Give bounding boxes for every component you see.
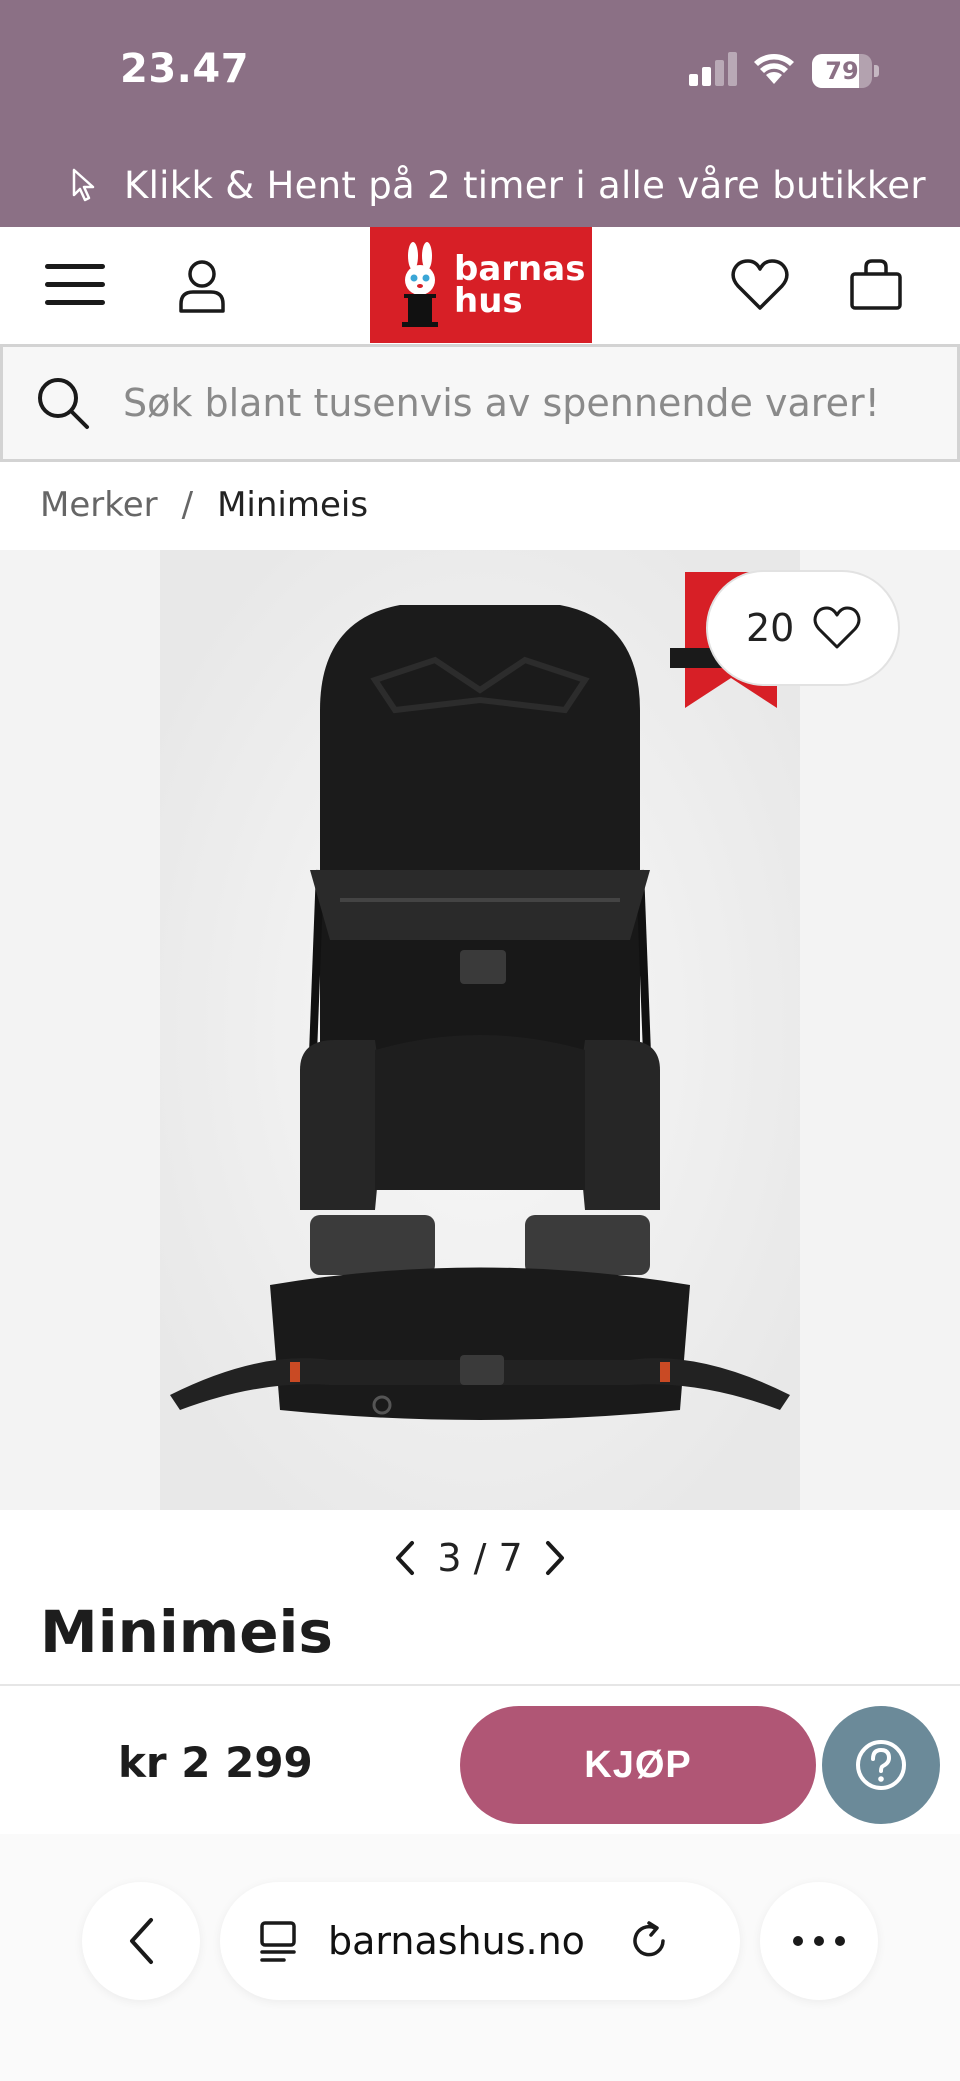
browser-url: barnashus.no	[328, 1919, 585, 1963]
account-button[interactable]	[170, 251, 234, 321]
wishlist-count: 20	[746, 606, 795, 650]
question-circle-icon	[856, 1740, 906, 1790]
help-button[interactable]	[822, 1706, 940, 1824]
heart-outline-icon	[813, 606, 861, 649]
browser-back-button[interactable]	[82, 1882, 200, 2000]
wishlist-button[interactable]	[724, 249, 796, 321]
logo-word-2: hus	[454, 281, 523, 321]
page-menu-icon	[260, 1921, 296, 1962]
top-banner: 23.47 79 Klikk & Hent på 2 timer i alle …	[0, 0, 960, 227]
cart-button[interactable]	[840, 249, 912, 321]
wifi-icon	[754, 54, 794, 84]
search-icon	[38, 378, 89, 429]
user-icon	[179, 260, 225, 313]
search-input[interactable]	[123, 381, 957, 425]
previous-image-button[interactable]	[385, 1533, 425, 1583]
cursor-icon	[72, 168, 95, 202]
battery-indicator: 79	[812, 54, 879, 88]
next-image-button[interactable]	[535, 1533, 575, 1583]
baby-carrier-illustration	[160, 550, 800, 1510]
product-gallery[interactable]	[0, 550, 960, 1510]
browser-more-button[interactable]	[760, 1882, 878, 2000]
cellular-signal-icon	[689, 52, 737, 86]
buy-button[interactable]: KJØP	[460, 1706, 816, 1824]
product-price: kr 2 299	[118, 1738, 313, 1787]
image-pager: 3 / 7	[380, 1530, 580, 1586]
reload-icon[interactable]	[629, 1920, 671, 1962]
browser-address-bar[interactable]: barnashus.no	[220, 1882, 740, 2000]
barnashus-logo[interactable]: barnas hus	[370, 227, 592, 343]
shopping-bag-icon	[850, 259, 902, 310]
product-wishlist-button[interactable]: 20	[706, 570, 900, 686]
product-image[interactable]	[160, 550, 800, 1510]
menu-button[interactable]	[40, 253, 110, 317]
more-dots-icon	[793, 1936, 845, 1946]
promo-text: Klikk & Hent på 2 timer i alle våre buti…	[124, 163, 926, 207]
image-counter: 3 / 7	[437, 1536, 523, 1580]
breadcrumb-separator: /	[181, 485, 194, 525]
chevron-right-icon	[545, 1541, 564, 1575]
promo-banner[interactable]: Klikk & Hent på 2 timer i alle våre buti…	[70, 160, 926, 210]
status-time: 23.47	[120, 46, 250, 92]
breadcrumb-link-merker[interactable]: Merker	[40, 485, 158, 525]
chevron-left-icon	[130, 1918, 153, 1964]
breadcrumb-current: Minimeis	[217, 485, 369, 525]
battery-percent: 79	[825, 57, 859, 85]
search-bar[interactable]	[0, 344, 960, 462]
bunny-hat-logo-icon	[402, 242, 438, 327]
hamburger-menu-icon	[45, 264, 105, 305]
breadcrumb: Merker / Minimeis	[40, 480, 368, 530]
product-title: Minimeis	[40, 1598, 333, 1666]
chevron-left-icon	[396, 1541, 415, 1575]
heart-icon	[731, 259, 789, 310]
